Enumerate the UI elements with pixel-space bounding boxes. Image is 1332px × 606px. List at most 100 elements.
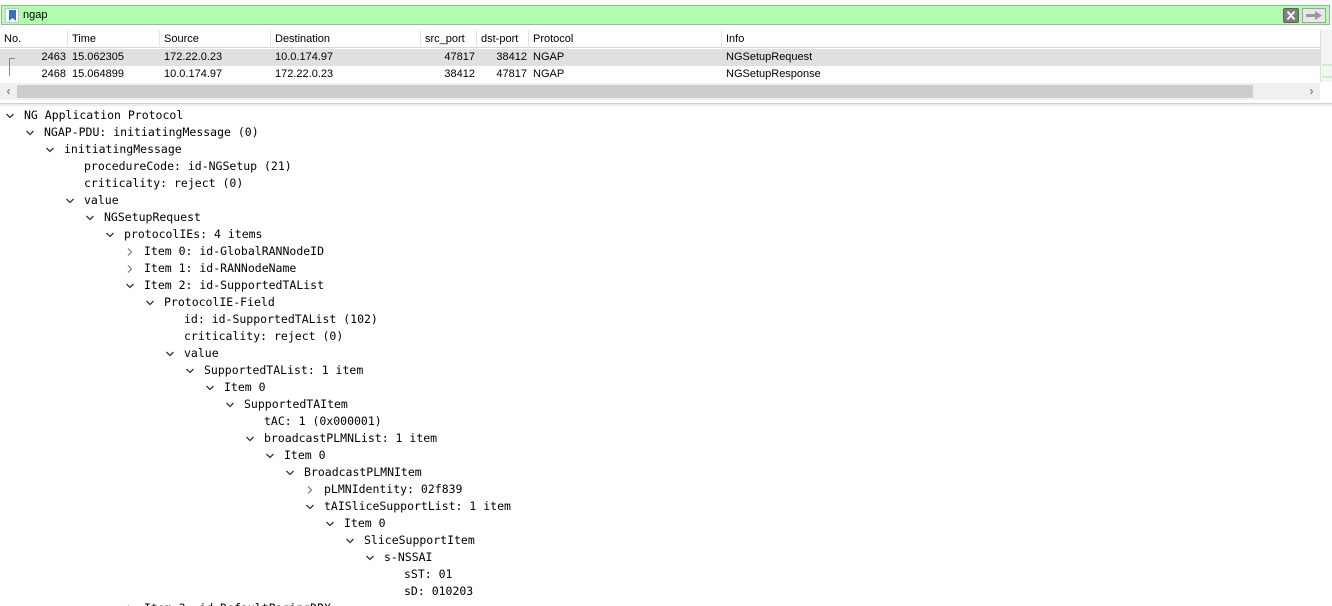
column-header-no[interactable]: No. — [0, 30, 68, 48]
tree-node[interactable]: value — [0, 192, 1332, 209]
chevron-down-icon[interactable] — [144, 294, 156, 311]
packet-dst-port: 47817 — [496, 68, 527, 80]
tree-node[interactable]: criticality: reject (0) — [0, 175, 1332, 192]
chevron-down-icon[interactable] — [224, 396, 236, 413]
column-header-src-port[interactable]: src_port — [421, 30, 477, 48]
tree-node-label: protocolIEs: 4 items — [124, 227, 263, 241]
tree-node[interactable]: broadcastPLMNList: 1 item — [0, 430, 1332, 447]
tree-node-label: initiatingMessage — [64, 142, 182, 156]
tree-node[interactable]: Item 2: id-SupportedTAList — [0, 277, 1332, 294]
tree-node-label: SupportedTAList: 1 item — [204, 363, 364, 377]
filter-text[interactable]: ngap — [23, 8, 47, 23]
packet-row[interactable]: 2468 15.064899 10.0.174.97 172.22.0.23 3… — [0, 66, 1320, 83]
tree-node-label: value — [184, 346, 219, 360]
tree-node[interactable]: value — [0, 345, 1332, 362]
chevron-down-icon[interactable] — [124, 277, 136, 294]
tree-node-label: NGSetupRequest — [104, 210, 201, 224]
chevron-right-icon[interactable] — [124, 600, 136, 606]
tree-node[interactable]: NGSetupRequest — [0, 209, 1332, 226]
chevron-down-icon[interactable] — [264, 447, 276, 464]
chevron-down-icon[interactable] — [64, 192, 76, 209]
tree-node[interactable]: SupportedTAList: 1 item — [0, 362, 1332, 379]
scroll-right-icon[interactable]: › — [1303, 83, 1320, 100]
column-header-time[interactable]: Time — [68, 30, 160, 48]
packet-no: 2468 — [41, 68, 66, 80]
packet-dst-port: 38412 — [496, 51, 527, 63]
column-header-protocol[interactable]: Protocol — [529, 30, 722, 48]
chevron-down-icon[interactable] — [44, 141, 56, 158]
tree-node[interactable]: tAC: 1 (0x000001) — [0, 413, 1332, 430]
tree-node[interactable]: sST: 01 — [0, 566, 1332, 583]
tree-node[interactable]: Item 0 — [0, 379, 1332, 396]
tree-node[interactable]: NG Application Protocol — [0, 107, 1332, 124]
tree-node[interactable]: Item 0: id-GlobalRANNodeID — [0, 243, 1332, 260]
chevron-down-icon[interactable] — [24, 124, 36, 141]
chevron-down-icon[interactable] — [204, 379, 216, 396]
scrollbar-thumb[interactable] — [17, 85, 1253, 98]
chevron-right-icon[interactable] — [124, 243, 136, 260]
tree-node[interactable]: sD: 010203 — [0, 583, 1332, 600]
minimap-mark — [1322, 64, 1332, 66]
tree-node-label: Item 0 — [344, 516, 386, 530]
tree-node[interactable]: tAISliceSupportList: 1 item — [0, 498, 1332, 515]
chevron-down-icon[interactable] — [324, 515, 336, 532]
packet-source: 10.0.174.97 — [164, 68, 223, 80]
chevron-down-icon[interactable] — [244, 430, 256, 447]
column-header-source[interactable]: Source — [160, 30, 271, 48]
column-header-destination[interactable]: Destination — [271, 30, 421, 48]
chevron-down-icon[interactable] — [284, 464, 296, 481]
arrow-right-icon[interactable] — [1302, 8, 1326, 23]
packet-protocol: NGAP — [533, 68, 565, 80]
tree-node-label: Item 2: id-SupportedTAList — [144, 278, 325, 292]
tree-node[interactable]: protocolIEs: 4 items — [0, 226, 1332, 243]
tree-node-label: BroadcastPLMNItem — [304, 465, 422, 479]
packet-info: NGSetupResponse — [726, 68, 821, 80]
tree-node-label: value — [84, 193, 119, 207]
tree-node[interactable]: procedureCode: id-NGSetup (21) — [0, 158, 1332, 175]
chevron-right-icon[interactable] — [304, 481, 316, 498]
tree-node-label: sD: 010203 — [404, 584, 474, 598]
tree-node[interactable]: SupportedTAItem — [0, 396, 1332, 413]
chevron-down-icon[interactable] — [364, 549, 376, 566]
chevron-down-icon[interactable] — [304, 498, 316, 515]
tree-node[interactable]: Item 3: id-DefaultPagingDRX — [0, 600, 1332, 606]
tree-node[interactable]: pLMNIdentity: 02f839 — [0, 481, 1332, 498]
packet-src-port: 47817 — [444, 51, 475, 63]
tree-node[interactable]: BroadcastPLMNItem — [0, 464, 1332, 481]
tree-node[interactable]: id: id-SupportedTAList (102) — [0, 311, 1332, 328]
tree-node[interactable]: Item 1: id-RANNodeName — [0, 260, 1332, 277]
tree-node[interactable]: Item 0 — [0, 447, 1332, 464]
clear-x-icon[interactable] — [1283, 8, 1299, 23]
packet-minimap[interactable] — [1320, 30, 1332, 82]
chevron-right-icon[interactable] — [124, 260, 136, 277]
chevron-down-icon[interactable] — [184, 362, 196, 379]
chevron-down-icon[interactable] — [164, 345, 176, 362]
tree-node-label: id: id-SupportedTAList (102) — [184, 312, 378, 326]
display-filter-input[interactable]: ngap — [1, 5, 1330, 25]
chevron-down-icon[interactable] — [104, 226, 116, 243]
tree-node-label: tAC: 1 (0x000001) — [264, 414, 382, 428]
tree-node[interactable]: Item 0 — [0, 515, 1332, 532]
column-header-dst-port[interactable]: dst-port — [477, 30, 529, 48]
column-header-info[interactable]: Info — [722, 30, 1320, 48]
tree-node[interactable]: criticality: reject (0) — [0, 328, 1332, 345]
tree-node[interactable]: s-NSSAI — [0, 549, 1332, 566]
tree-node-label: NGAP-PDU: initiatingMessage (0) — [44, 125, 259, 139]
chevron-down-icon[interactable] — [84, 209, 96, 226]
tree-node[interactable]: initiatingMessage — [0, 141, 1332, 158]
tree-node[interactable]: ProtocolIE-Field — [0, 294, 1332, 311]
packet-row[interactable]: 2463 15.062305 172.22.0.23 10.0.174.97 4… — [0, 49, 1320, 66]
packet-destination: 172.22.0.23 — [275, 68, 334, 80]
chevron-down-icon[interactable] — [4, 107, 16, 124]
tree-node-label: NG Application Protocol — [24, 108, 184, 122]
scroll-left-icon[interactable]: ‹ — [0, 83, 17, 100]
minimap-mark — [1322, 76, 1332, 78]
packet-protocol: NGAP — [533, 51, 565, 63]
horizontal-scrollbar[interactable]: ‹ › — [0, 83, 1320, 100]
bookmark-icon[interactable] — [5, 8, 19, 23]
tree-node-label: ProtocolIE-Field — [164, 295, 275, 309]
tree-node[interactable]: SliceSupportItem — [0, 532, 1332, 549]
tree-node-label: Item 0 — [284, 448, 326, 462]
tree-node[interactable]: NGAP-PDU: initiatingMessage (0) — [0, 124, 1332, 141]
chevron-down-icon[interactable] — [344, 532, 356, 549]
